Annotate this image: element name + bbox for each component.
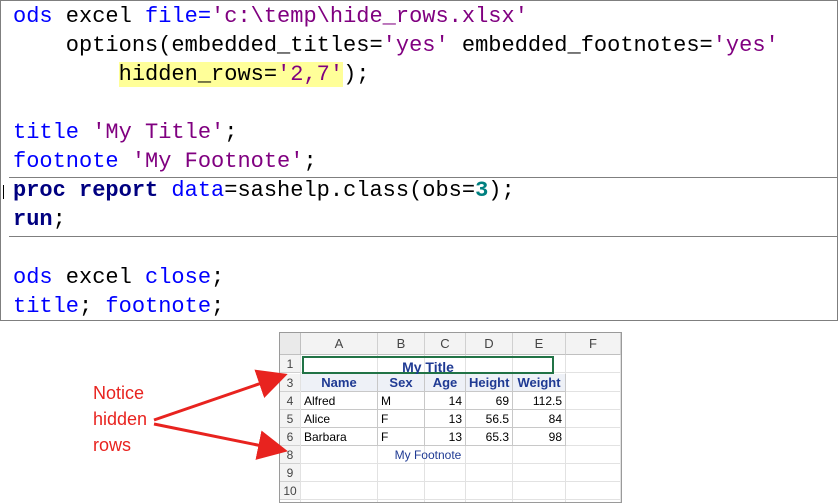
arrow-to-row-2	[153, 369, 288, 422]
arrow-to-row-7	[153, 422, 288, 460]
annotation-arrows	[153, 369, 288, 460]
